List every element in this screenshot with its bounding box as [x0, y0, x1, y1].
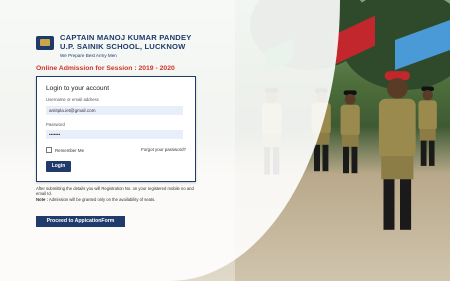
school-name-line1: CAPTAIN MANOJ KUMAR PANDEY	[60, 33, 192, 42]
school-name-line2: U.P. SAINIK SCHOOL, LUCKNOW	[60, 42, 186, 51]
username-label: Username or email address	[46, 97, 99, 102]
remember-checkbox[interactable]	[46, 147, 52, 153]
password-input[interactable]: •••••••	[46, 130, 183, 139]
proceed-button[interactable]: Proceed to AppicationForm	[36, 216, 125, 227]
cadet	[337, 90, 363, 178]
login-button[interactable]: Login	[46, 161, 71, 172]
password-label: Password	[46, 122, 65, 127]
note-label: Note :	[36, 196, 48, 202]
remember-label: Remember Me	[55, 147, 85, 153]
note-text: Admission will be granted only on the av…	[48, 196, 156, 202]
remember-me[interactable]: Remember Me	[46, 147, 84, 153]
school-logo-icon	[36, 36, 54, 50]
cadet	[415, 86, 440, 171]
info-text: After submitting the details you will Re…	[36, 186, 196, 202]
school-header: CAPTAIN MANOJ KUMAR PANDEY U.P. SAINIK S…	[36, 33, 191, 58]
username-input[interactable]: amitpla.iet@gmail.com	[46, 106, 183, 115]
session-title: Online Admission for Session : 2019 - 20…	[36, 65, 175, 72]
login-title: Login to your account	[46, 85, 110, 92]
info-line: After submitting the details you will Re…	[36, 186, 194, 197]
forgot-password-link[interactable]: Forgot your password?	[141, 147, 186, 152]
login-card: Login to your account Username or email …	[36, 76, 196, 182]
school-motto: We Prepare Best Army Men	[60, 53, 117, 58]
